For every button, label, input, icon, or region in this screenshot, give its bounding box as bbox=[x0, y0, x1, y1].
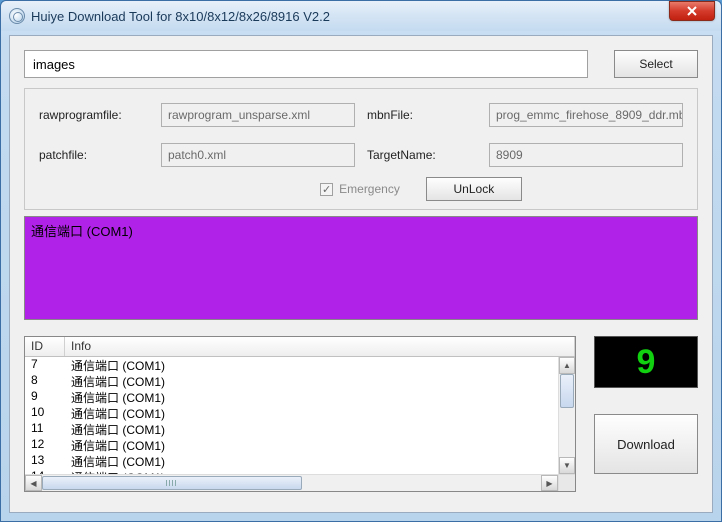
file-config-group: rawprogramfile: rawprogram_unsparse.xml … bbox=[24, 88, 698, 210]
table-row[interactable]: 7通信端口 (COM1) bbox=[25, 357, 558, 373]
col-id-header[interactable]: ID bbox=[25, 337, 65, 356]
app-icon bbox=[9, 8, 25, 24]
cell-info: 通信端口 (COM1) bbox=[65, 453, 558, 469]
scroll-left-arrow-icon[interactable]: ◀ bbox=[25, 475, 42, 491]
client-area: Select rawprogramfile: rawprogram_unspar… bbox=[9, 35, 713, 513]
list-header[interactable]: ID Info bbox=[25, 337, 575, 357]
window-title: Huiye Download Tool for 8x10/8x12/8x26/8… bbox=[31, 9, 669, 24]
cell-info: 通信端口 (COM1) bbox=[65, 421, 558, 437]
table-row[interactable]: 11通信端口 (COM1) bbox=[25, 421, 558, 437]
cell-info: 通信端口 (COM1) bbox=[65, 357, 558, 373]
patchfile-field: patch0.xml bbox=[161, 143, 355, 167]
cell-info: 通信端口 (COM1) bbox=[65, 405, 558, 421]
patchfile-label: patchfile: bbox=[39, 148, 149, 162]
download-button[interactable]: Download bbox=[594, 414, 698, 474]
rawprogram-field: rawprogram_unsparse.xml bbox=[161, 103, 355, 127]
counter-display: 9 bbox=[594, 336, 698, 388]
top-row: Select bbox=[10, 36, 712, 88]
table-row[interactable]: 13通信端口 (COM1) bbox=[25, 453, 558, 469]
unlock-button[interactable]: UnLock bbox=[426, 177, 522, 201]
table-row[interactable]: 12通信端口 (COM1) bbox=[25, 437, 558, 453]
select-button[interactable]: Select bbox=[614, 50, 698, 78]
scroll-right-arrow-icon[interactable]: ▶ bbox=[541, 475, 558, 491]
mbnfile-label: mbnFile: bbox=[367, 108, 477, 122]
cell-id: 7 bbox=[25, 357, 65, 373]
table-row[interactable]: 8通信端口 (COM1) bbox=[25, 373, 558, 389]
cell-id: 13 bbox=[25, 453, 65, 469]
table-row[interactable]: 9通信端口 (COM1) bbox=[25, 389, 558, 405]
horizontal-scrollbar[interactable]: ◀ ▶ bbox=[25, 474, 558, 491]
scroll-corner bbox=[558, 474, 575, 491]
scroll-down-arrow-icon[interactable]: ▼ bbox=[559, 457, 575, 474]
cell-id: 8 bbox=[25, 373, 65, 389]
close-icon bbox=[687, 6, 697, 16]
cell-id: 10 bbox=[25, 405, 65, 421]
vscroll-track[interactable] bbox=[559, 374, 575, 457]
bottom-row: ID Info 7通信端口 (COM1)8通信端口 (COM1)9通信端口 (C… bbox=[24, 336, 698, 492]
hscroll-thumb[interactable] bbox=[42, 476, 302, 490]
vertical-scrollbar[interactable]: ▲ ▼ bbox=[558, 357, 575, 474]
images-path-input[interactable] bbox=[24, 50, 588, 78]
rawprogram-label: rawprogramfile: bbox=[39, 108, 149, 122]
hscroll-track[interactable] bbox=[42, 475, 541, 491]
emergency-label: Emergency bbox=[339, 182, 400, 196]
table-row[interactable]: 10通信端口 (COM1) bbox=[25, 405, 558, 421]
titlebar[interactable]: Huiye Download Tool for 8x10/8x12/8x26/8… bbox=[1, 1, 721, 31]
status-area: 通信端口 (COM1) bbox=[24, 216, 698, 320]
emergency-checkbox[interactable]: ✓ Emergency bbox=[320, 182, 400, 196]
cell-info: 通信端口 (COM1) bbox=[65, 437, 558, 453]
checkbox-icon: ✓ bbox=[320, 183, 333, 196]
targetname-field: 8909 bbox=[489, 143, 683, 167]
app-window: Huiye Download Tool for 8x10/8x12/8x26/8… bbox=[0, 0, 722, 522]
cell-id: 12 bbox=[25, 437, 65, 453]
log-list[interactable]: ID Info 7通信端口 (COM1)8通信端口 (COM1)9通信端口 (C… bbox=[24, 336, 576, 492]
status-text: 通信端口 (COM1) bbox=[31, 224, 133, 239]
cell-info: 通信端口 (COM1) bbox=[65, 389, 558, 405]
vscroll-thumb[interactable] bbox=[560, 374, 574, 408]
targetname-label: TargetName: bbox=[367, 148, 477, 162]
cell-info: 通信端口 (COM1) bbox=[65, 373, 558, 389]
col-info-header[interactable]: Info bbox=[65, 337, 575, 356]
scroll-up-arrow-icon[interactable]: ▲ bbox=[559, 357, 575, 374]
cell-id: 11 bbox=[25, 421, 65, 437]
mbnfile-field: prog_emmc_firehose_8909_ddr.mbn bbox=[489, 103, 683, 127]
side-panel: 9 Download bbox=[594, 336, 698, 492]
close-button[interactable] bbox=[669, 1, 715, 21]
cell-id: 9 bbox=[25, 389, 65, 405]
